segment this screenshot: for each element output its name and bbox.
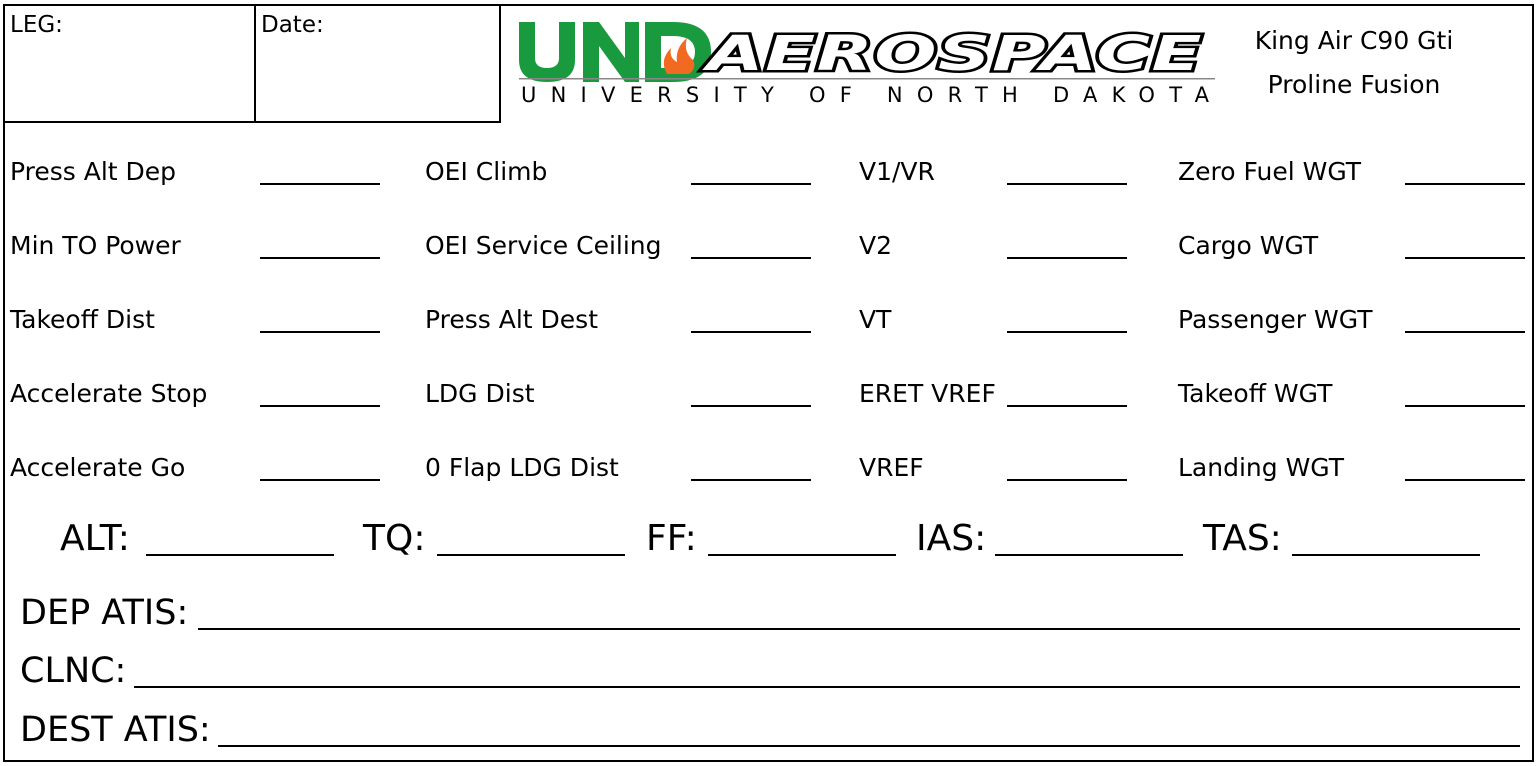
- input-blank[interactable]: [1007, 331, 1127, 333]
- field-label: OEI Service Ceiling: [425, 231, 662, 260]
- field-label: Zero Fuel WGT: [1178, 157, 1362, 186]
- field-label: VREF: [859, 453, 924, 482]
- header-divider: [3, 121, 501, 123]
- svg-text:AEROSPACE: AEROSPACE: [701, 26, 1203, 82]
- aircraft-model: King Air C90 Gti: [1254, 26, 1454, 55]
- field-label: Accelerate Stop: [10, 379, 208, 408]
- field-label: Landing WGT: [1178, 453, 1345, 482]
- dest-atis-label: DEST ATIS:: [20, 710, 211, 750]
- input-blank[interactable]: [1405, 479, 1525, 481]
- dep-atis-label: DEP ATIS:: [20, 593, 189, 633]
- field-label: Press Alt Dest: [425, 305, 598, 334]
- input-blank[interactable]: [1007, 257, 1127, 259]
- und-aerospace-logo: AEROSPACE AEROSPACE UNIVERSITY OF NORTH …: [515, 14, 1215, 107]
- university-wordmark: UNIVERSITY OF NORTH DAKOTA: [521, 83, 1210, 106]
- tas-label: TAS:: [1203, 518, 1282, 559]
- input-blank[interactable]: [260, 257, 380, 259]
- field-label: VT: [859, 305, 892, 334]
- input-blank[interactable]: [691, 257, 811, 259]
- alt-blank[interactable]: [146, 554, 334, 556]
- ff-blank[interactable]: [708, 554, 896, 556]
- input-blank[interactable]: [1007, 405, 1127, 407]
- leg-cell-divider: [254, 4, 256, 123]
- field-label: OEI Climb: [425, 157, 548, 186]
- alt-label: ALT:: [60, 518, 130, 559]
- field-label: Accelerate Go: [10, 453, 186, 482]
- field-label: 0 Flap LDG Dist: [425, 453, 619, 482]
- field-label: ERET VREF: [859, 379, 996, 408]
- input-blank[interactable]: [1405, 331, 1525, 333]
- field-label: V1/VR: [859, 157, 935, 186]
- ias-label: IAS:: [916, 518, 987, 559]
- field-label: V2: [859, 231, 893, 260]
- input-blank[interactable]: [1007, 479, 1127, 481]
- input-blank[interactable]: [1007, 183, 1127, 185]
- dep-atis-blank[interactable]: [198, 628, 1520, 630]
- input-blank[interactable]: [1405, 405, 1525, 407]
- ias-blank[interactable]: [995, 554, 1183, 556]
- date-label: Date:: [261, 12, 324, 38]
- avionics-suite: Proline Fusion: [1267, 70, 1441, 99]
- input-blank[interactable]: [1405, 183, 1525, 185]
- input-blank[interactable]: [260, 405, 380, 407]
- tq-label: TQ:: [363, 518, 426, 559]
- dest-atis-blank[interactable]: [218, 745, 1520, 747]
- field-label: Press Alt Dep: [10, 157, 177, 186]
- input-blank[interactable]: [260, 479, 380, 481]
- input-blank[interactable]: [691, 331, 811, 333]
- input-blank[interactable]: [691, 479, 811, 481]
- field-label: Takeoff Dist: [10, 305, 155, 334]
- input-blank[interactable]: [260, 331, 380, 333]
- field-label: Min TO Power: [10, 231, 181, 260]
- leg-label: LEG:: [10, 12, 63, 38]
- ff-label: FF:: [646, 518, 697, 559]
- input-blank[interactable]: [691, 183, 811, 185]
- tas-blank[interactable]: [1292, 554, 1480, 556]
- date-cell-divider: [499, 4, 501, 123]
- field-label: Passenger WGT: [1178, 305, 1373, 334]
- field-label: LDG Dist: [425, 379, 535, 408]
- field-label: Cargo WGT: [1178, 231, 1319, 260]
- input-blank[interactable]: [691, 405, 811, 407]
- field-label: Takeoff WGT: [1178, 379, 1333, 408]
- tq-blank[interactable]: [437, 554, 625, 556]
- logo-graphic: AEROSPACE AEROSPACE UNIVERSITY OF NORTH …: [519, 22, 1215, 107]
- input-blank[interactable]: [260, 183, 380, 185]
- clnc-blank[interactable]: [134, 686, 1520, 688]
- clnc-label: CLNC:: [20, 651, 127, 691]
- input-blank[interactable]: [1405, 257, 1525, 259]
